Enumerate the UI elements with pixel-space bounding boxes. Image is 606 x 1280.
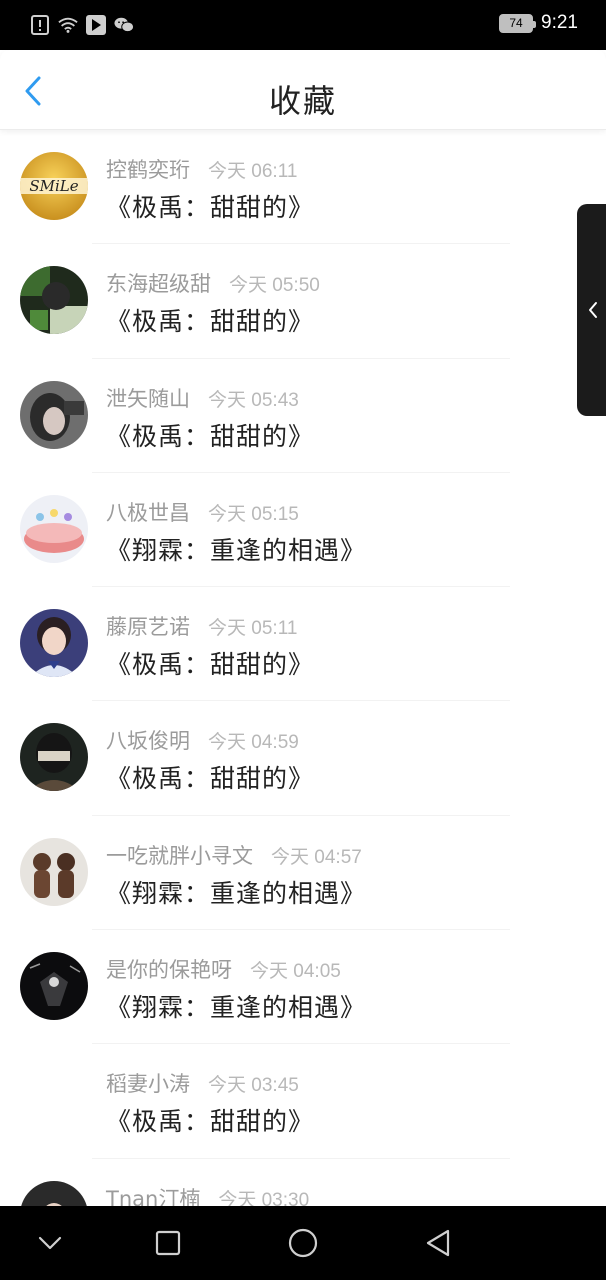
- item-meta: Tnan汀楠 今天 03:30: [106, 1183, 309, 1206]
- book-title[interactable]: 《极禹：甜甜的》: [106, 759, 314, 795]
- item-meta: 泄矢随山 今天 05:43: [106, 383, 299, 413]
- username[interactable]: 是你的保艳呀: [106, 954, 232, 984]
- username[interactable]: 泄矢随山: [106, 383, 190, 413]
- figurine-avatar[interactable]: [20, 837, 88, 906]
- book-title[interactable]: 《极禹：甜甜的》: [106, 645, 314, 681]
- list-item[interactable]: 泄矢随山 今天 05:43 《极禹：甜甜的》: [0, 359, 606, 473]
- home-button[interactable]: [285, 1225, 321, 1261]
- chevron-down-icon: [38, 1236, 62, 1250]
- timestamp: 今天 03:30: [218, 1189, 310, 1206]
- item-meta: 八坂俊明 今天 04:59: [106, 725, 299, 755]
- svg-text:SMiLe: SMiLe: [29, 177, 78, 195]
- green-photo-avatar[interactable]: [20, 266, 88, 335]
- masked-portrait-avatar[interactable]: [20, 723, 88, 792]
- timestamp: 今天 04:05: [250, 961, 341, 983]
- alert-icon: [30, 15, 50, 35]
- boy-portrait-avatar[interactable]: [20, 609, 88, 678]
- system-nav-bar: [0, 1206, 606, 1280]
- timestamp: 今天 05:50: [229, 275, 320, 297]
- username[interactable]: 藤原艺诺: [106, 611, 190, 641]
- item-meta: 稻妻小涛 今天 03:45: [106, 1068, 299, 1098]
- status-bar: 74 9:21: [0, 0, 606, 50]
- username[interactable]: 一吃就胖小寻文: [106, 840, 253, 870]
- timestamp: 今天 06:11: [208, 161, 298, 182]
- status-right: 74 9:21: [499, 12, 578, 34]
- book-title[interactable]: 《极禹：甜甜的》: [106, 302, 314, 338]
- username[interactable]: 控鹤奕珩: [106, 154, 190, 184]
- status-icons: [30, 14, 134, 36]
- timestamp: 今天 04:59: [208, 732, 299, 754]
- book-title[interactable]: 《翔霖：重逢的相遇》: [106, 988, 366, 1024]
- media-play-icon: [86, 15, 106, 35]
- smile-avatar[interactable]: SMiLe: [20, 152, 88, 220]
- item-meta: 一吃就胖小寻文 今天 04:57: [106, 840, 362, 870]
- battery-indicator: 74: [499, 13, 537, 33]
- header-bar: 收藏: [0, 50, 606, 130]
- page-title: 收藏: [268, 82, 337, 120]
- list-item[interactable]: 藤原艺诺 今天 05:11 《极禹：甜甜的》: [0, 587, 606, 702]
- hide-nav-button[interactable]: [32, 1225, 68, 1261]
- username[interactable]: 东海超级甜: [106, 268, 211, 298]
- dark-photo-avatar[interactable]: [20, 380, 88, 449]
- list-item[interactable]: 稻妻小涛 今天 03:45 《极禹：甜甜的》: [0, 1044, 606, 1159]
- book-title[interactable]: 《翔霖：重逢的相遇》: [106, 531, 366, 567]
- favorites-list: SMiLe 控鹤奕珩 今天 06:11 《极禹：甜甜的》 东海超级甜 今天 05…: [0, 130, 606, 1206]
- timestamp: 今天 05:43: [208, 389, 299, 411]
- list-item[interactable]: SMiLe 控鹤奕珩 今天 06:11 《极禹：甜甜的》: [0, 130, 606, 245]
- avatar[interactable]: [20, 1066, 88, 1134]
- list-item[interactable]: 是你的保艳呀 今天 04:05 《翔霖：重逢的相遇》: [0, 930, 606, 1045]
- chevron-left-icon: [589, 302, 597, 318]
- clock: 9:21: [541, 12, 578, 33]
- list-item[interactable]: 一吃就胖小寻文 今天 04:57 《翔霖：重逢的相遇》: [0, 816, 606, 931]
- recents-button[interactable]: [150, 1225, 186, 1261]
- book-title[interactable]: 《极禹：甜甜的》: [106, 417, 314, 453]
- side-drawer-handle[interactable]: [577, 204, 606, 416]
- partial-avatar[interactable]: [20, 1180, 88, 1206]
- item-meta: 是你的保艳呀 今天 04:05: [106, 954, 341, 984]
- wifi-icon: [58, 15, 78, 35]
- list-item[interactable]: 东海超级甜 今天 05:50 《极禹：甜甜的》: [0, 244, 606, 359]
- book-title[interactable]: 《极禹：甜甜的》: [106, 188, 314, 224]
- triangle-back-icon: [426, 1229, 450, 1257]
- item-meta: 控鹤奕珩 今天 06:11: [106, 154, 297, 184]
- username[interactable]: 八坂俊明: [106, 725, 190, 755]
- item-meta: 藤原艺诺 今天 05:11: [106, 611, 297, 641]
- username[interactable]: 八极世昌: [106, 497, 190, 527]
- circle-home-icon: [288, 1228, 318, 1258]
- username[interactable]: Tnan汀楠: [106, 1183, 200, 1206]
- night-avatar[interactable]: [20, 952, 88, 1021]
- item-meta: 东海超级甜 今天 05:50: [106, 268, 320, 298]
- list-item[interactable]: 八坂俊明 今天 04:59 《极禹：甜甜的》: [0, 701, 606, 816]
- item-meta: 八极世昌 今天 05:15: [106, 497, 299, 527]
- timestamp: 今天 05:11: [208, 618, 298, 640]
- cake-avatar[interactable]: [20, 494, 88, 563]
- book-title[interactable]: 《翔霖：重逢的相遇》: [106, 874, 366, 910]
- timestamp: 今天 04:57: [271, 846, 362, 868]
- back-nav-button[interactable]: [420, 1225, 456, 1261]
- username[interactable]: 稻妻小涛: [106, 1068, 190, 1098]
- wechat-icon: [114, 15, 134, 35]
- timestamp: 今天 05:15: [208, 503, 299, 525]
- list-item[interactable]: Tnan汀楠 今天 03:30: [0, 1159, 606, 1206]
- square-recents-icon: [155, 1230, 181, 1256]
- book-title[interactable]: 《极禹：甜甜的》: [106, 1102, 314, 1138]
- timestamp: 今天 03:45: [208, 1075, 299, 1097]
- list-item[interactable]: 八极世昌 今天 05:15 《翔霖：重逢的相遇》: [0, 473, 606, 588]
